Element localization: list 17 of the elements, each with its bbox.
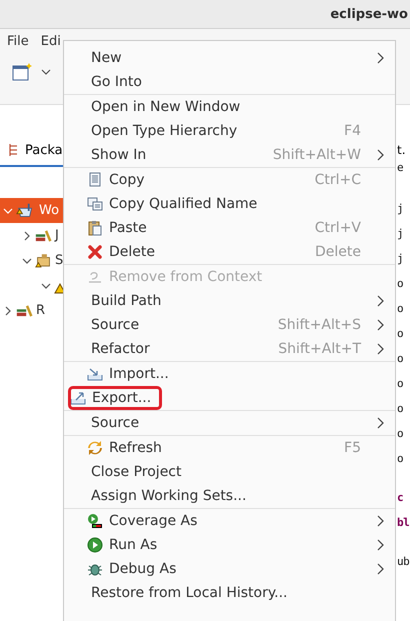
window-title: eclipse-wo	[330, 6, 408, 22]
code-text: bl	[397, 516, 410, 529]
code-text: o	[397, 377, 404, 390]
code-text: o	[397, 277, 404, 290]
menu-item-label: Export...	[92, 390, 152, 406]
code-text: o	[397, 402, 404, 415]
code-text: c	[397, 491, 404, 504]
code-text: j	[397, 252, 404, 265]
code-text: o	[397, 327, 404, 340]
code-text: e	[397, 161, 404, 174]
code-text: o	[397, 452, 404, 465]
code-text: j	[397, 202, 404, 215]
code-text: j	[397, 227, 404, 240]
code-text: o	[397, 352, 404, 365]
code-text: o	[397, 427, 404, 440]
code-text: o	[397, 302, 404, 315]
code-text: ub	[397, 555, 410, 568]
